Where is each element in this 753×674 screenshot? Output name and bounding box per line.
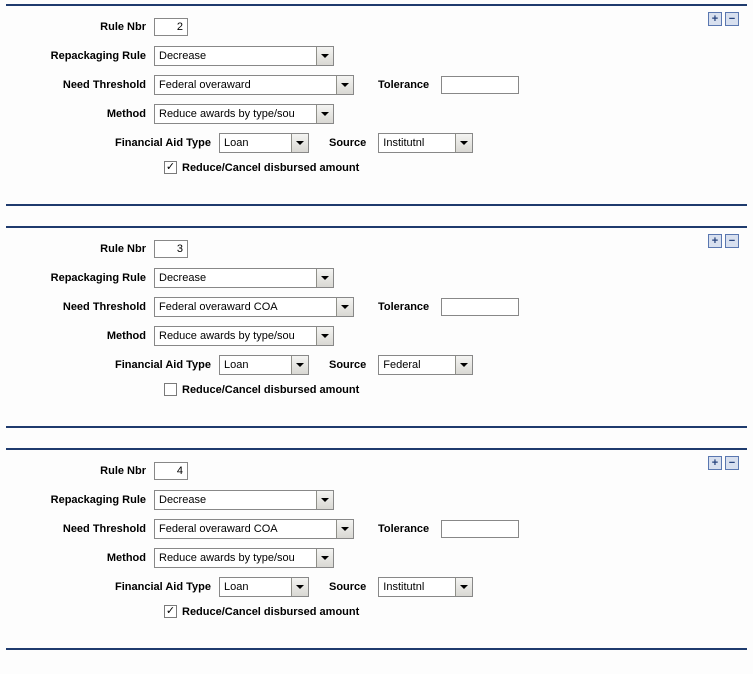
chevron-down-icon <box>316 327 333 345</box>
chevron-down-icon <box>291 134 308 152</box>
need-threshold-label: Need Threshold <box>14 79 154 91</box>
financial-aid-type-select[interactable]: Loan <box>219 577 309 597</box>
need-threshold-select-value: Federal overaward COA <box>159 301 278 313</box>
need-threshold-select-value: Federal overaward <box>159 79 251 91</box>
financial-aid-type-label: Financial Aid Type <box>14 359 219 371</box>
reduce-cancel-label: Reduce/Cancel disbursed amount <box>182 384 359 396</box>
financial-aid-type-label: Financial Aid Type <box>14 581 219 593</box>
source-label: Source <box>329 137 366 149</box>
need-threshold-label: Need Threshold <box>14 523 154 535</box>
repackaging-rule-select-value: Decrease <box>159 272 206 284</box>
source-label: Source <box>329 581 366 593</box>
tolerance-input[interactable] <box>441 76 519 94</box>
rule-nbr-label: Rule Nbr <box>14 465 154 477</box>
rule-block: +− Rule Nbr Repackaging Rule Decrease Need T… <box>6 226 747 428</box>
repackaging-rule-select[interactable]: Decrease <box>154 268 334 288</box>
chevron-down-icon <box>316 269 333 287</box>
source-label: Source <box>329 359 366 371</box>
reduce-cancel-label: Reduce/Cancel disbursed amount <box>182 162 359 174</box>
need-threshold-select[interactable]: Federal overaward <box>154 75 354 95</box>
row-controls: +− <box>708 12 739 26</box>
rule-nbr-input[interactable] <box>154 18 188 36</box>
rule-nbr-input[interactable] <box>154 462 188 480</box>
source-select-value: Institutnl <box>383 581 424 593</box>
chevron-down-icon <box>336 76 353 94</box>
chevron-down-icon <box>316 491 333 509</box>
chevron-down-icon <box>316 47 333 65</box>
reduce-cancel-checkbox[interactable] <box>164 383 177 396</box>
method-select-value: Reduce awards by type/sou <box>159 330 295 342</box>
rule-block: +− Rule Nbr Repackaging Rule Decrease Need T… <box>6 448 747 650</box>
rule-nbr-label: Rule Nbr <box>14 21 154 33</box>
chevron-down-icon <box>291 356 308 374</box>
financial-aid-type-select-value: Loan <box>224 359 248 371</box>
tolerance-input[interactable] <box>441 520 519 538</box>
repackaging-rule-select-value: Decrease <box>159 494 206 506</box>
method-label: Method <box>14 552 154 564</box>
source-select[interactable]: Federal <box>378 355 473 375</box>
add-row-button[interactable]: + <box>708 456 722 470</box>
need-threshold-select-value: Federal overaward COA <box>159 523 278 535</box>
delete-row-button[interactable]: − <box>725 456 739 470</box>
need-threshold-select[interactable]: Federal overaward COA <box>154 519 354 539</box>
chevron-down-icon <box>455 578 472 596</box>
repackaging-rule-label: Repackaging Rule <box>14 272 154 284</box>
need-threshold-label: Need Threshold <box>14 301 154 313</box>
method-select-value: Reduce awards by type/sou <box>159 108 295 120</box>
chevron-down-icon <box>455 134 472 152</box>
source-select[interactable]: Institutnl <box>378 577 473 597</box>
source-select[interactable]: Institutnl <box>378 133 473 153</box>
financial-aid-type-select[interactable]: Loan <box>219 133 309 153</box>
method-label: Method <box>14 108 154 120</box>
chevron-down-icon <box>291 578 308 596</box>
tolerance-label: Tolerance <box>378 523 429 535</box>
method-select-value: Reduce awards by type/sou <box>159 552 295 564</box>
method-select[interactable]: Reduce awards by type/sou <box>154 548 334 568</box>
method-select[interactable]: Reduce awards by type/sou <box>154 104 334 124</box>
chevron-down-icon <box>455 356 472 374</box>
rule-nbr-label: Rule Nbr <box>14 243 154 255</box>
repackaging-rule-label: Repackaging Rule <box>14 50 154 62</box>
repackaging-rule-select[interactable]: Decrease <box>154 46 334 66</box>
repackaging-rule-select[interactable]: Decrease <box>154 490 334 510</box>
row-controls: +− <box>708 456 739 470</box>
need-threshold-select[interactable]: Federal overaward COA <box>154 297 354 317</box>
method-label: Method <box>14 330 154 342</box>
chevron-down-icon <box>336 520 353 538</box>
row-controls: +− <box>708 234 739 248</box>
source-select-value: Institutnl <box>383 137 424 149</box>
tolerance-label: Tolerance <box>378 301 429 313</box>
rule-block: +− Rule Nbr Repackaging Rule Decrease Need T… <box>6 4 747 206</box>
chevron-down-icon <box>316 549 333 567</box>
repackaging-rule-label: Repackaging Rule <box>14 494 154 506</box>
repackaging-rule-select-value: Decrease <box>159 50 206 62</box>
chevron-down-icon <box>336 298 353 316</box>
delete-row-button[interactable]: − <box>725 12 739 26</box>
reduce-cancel-checkbox[interactable]: ✓ <box>164 605 177 618</box>
method-select[interactable]: Reduce awards by type/sou <box>154 326 334 346</box>
reduce-cancel-label: Reduce/Cancel disbursed amount <box>182 606 359 618</box>
source-select-value: Federal <box>383 359 420 371</box>
financial-aid-type-select-value: Loan <box>224 137 248 149</box>
tolerance-label: Tolerance <box>378 79 429 91</box>
reduce-cancel-checkbox[interactable]: ✓ <box>164 161 177 174</box>
financial-aid-type-select[interactable]: Loan <box>219 355 309 375</box>
financial-aid-type-select-value: Loan <box>224 581 248 593</box>
tolerance-input[interactable] <box>441 298 519 316</box>
add-row-button[interactable]: + <box>708 234 722 248</box>
rule-nbr-input[interactable] <box>154 240 188 258</box>
delete-row-button[interactable]: − <box>725 234 739 248</box>
financial-aid-type-label: Financial Aid Type <box>14 137 219 149</box>
add-row-button[interactable]: + <box>708 12 722 26</box>
chevron-down-icon <box>316 105 333 123</box>
